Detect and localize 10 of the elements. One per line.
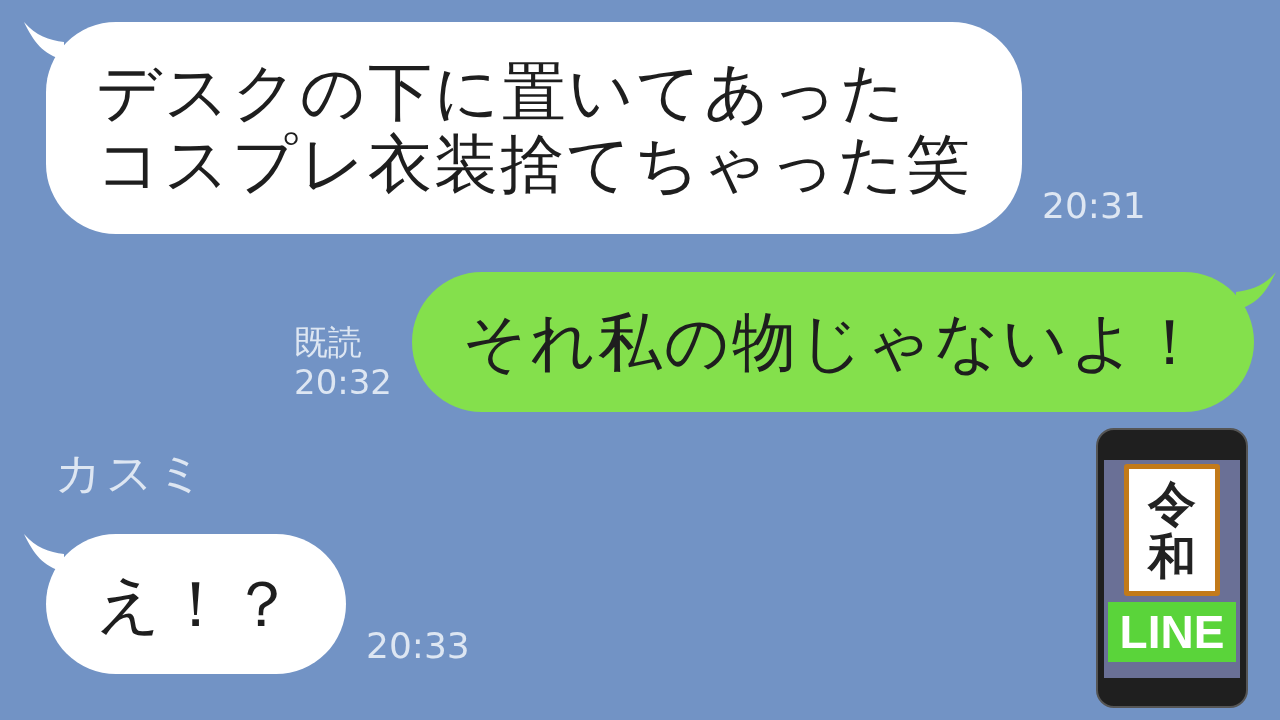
message-time: 20:31 xyxy=(1042,188,1146,224)
read-receipt: 既読 xyxy=(294,322,362,362)
message-time: 20:33 xyxy=(366,628,470,664)
sender-name: カスミ xyxy=(54,450,208,496)
app-label: LINE xyxy=(1108,601,1236,662)
message-time: 20:32 xyxy=(294,362,392,402)
message-bubble: デスクの下に置いてあった コスプレ衣装捨てちゃった笑 xyxy=(46,22,1022,234)
message-bubble: え！？ xyxy=(46,534,346,674)
message-bubble: それ私の物じゃないよ！ xyxy=(412,272,1254,412)
era-label: 令和 xyxy=(1148,477,1196,583)
